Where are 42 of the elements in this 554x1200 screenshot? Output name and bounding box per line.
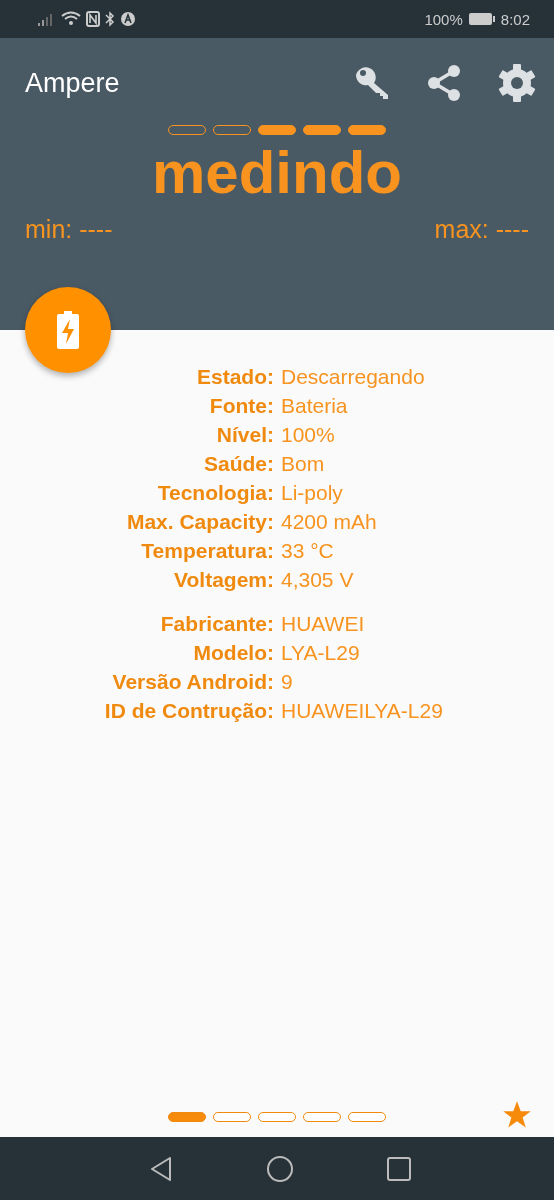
info-value: Descarregando xyxy=(281,364,426,390)
app-title: Ampere xyxy=(25,67,120,99)
info-label: Fonte: xyxy=(208,393,274,419)
measuring-status: medindo xyxy=(151,139,403,207)
battery-icon xyxy=(467,12,496,26)
info-value: Li-poly xyxy=(281,480,344,506)
wifi-icon xyxy=(61,11,81,27)
info-label: Nível: xyxy=(215,422,274,448)
battery-fab[interactable] xyxy=(25,287,111,373)
info-label: Temperatura: xyxy=(140,538,274,564)
info-value: 100% xyxy=(281,422,336,448)
info-label: ID de Contrução: xyxy=(103,698,274,724)
bluetooth-icon xyxy=(105,11,115,27)
info-value: 4200 mAh xyxy=(281,509,378,535)
info-label: Versão Android: xyxy=(111,669,274,695)
info-value: 4,305 V xyxy=(281,567,355,593)
a-circle-icon xyxy=(120,11,136,27)
info-label: Max. Capacity: xyxy=(125,509,274,535)
clock: 8:02 xyxy=(500,10,530,28)
back-icon[interactable] xyxy=(149,1155,173,1182)
max-value: max: ---- xyxy=(434,215,529,244)
info-value: Bom xyxy=(281,451,326,477)
info-value: HUAWEILYA-L29 xyxy=(281,698,444,724)
info-label: Modelo: xyxy=(192,640,274,666)
info-label: Voltagem: xyxy=(173,567,274,593)
info-label: Estado: xyxy=(196,364,274,390)
star-icon[interactable] xyxy=(502,1100,532,1130)
info-label: Tecnologia: xyxy=(156,480,274,506)
info-value: Bateria xyxy=(281,393,349,419)
info-value: LYA-L29 xyxy=(281,640,361,666)
battery-percent: 100% xyxy=(424,10,463,28)
info-value: HUAWEI xyxy=(281,611,366,637)
home-icon[interactable] xyxy=(266,1154,294,1183)
info-label: Fabricante: xyxy=(159,611,274,637)
min-value: min: ---- xyxy=(25,215,113,244)
info-value: 33 °C xyxy=(281,538,335,564)
nfc-icon xyxy=(86,11,100,27)
info-label: Saúde: xyxy=(203,451,274,477)
info-value: 9 xyxy=(281,669,294,695)
battery-charging-icon xyxy=(56,311,80,349)
recents-icon[interactable] xyxy=(387,1156,411,1181)
settings-icon[interactable] xyxy=(496,62,538,104)
